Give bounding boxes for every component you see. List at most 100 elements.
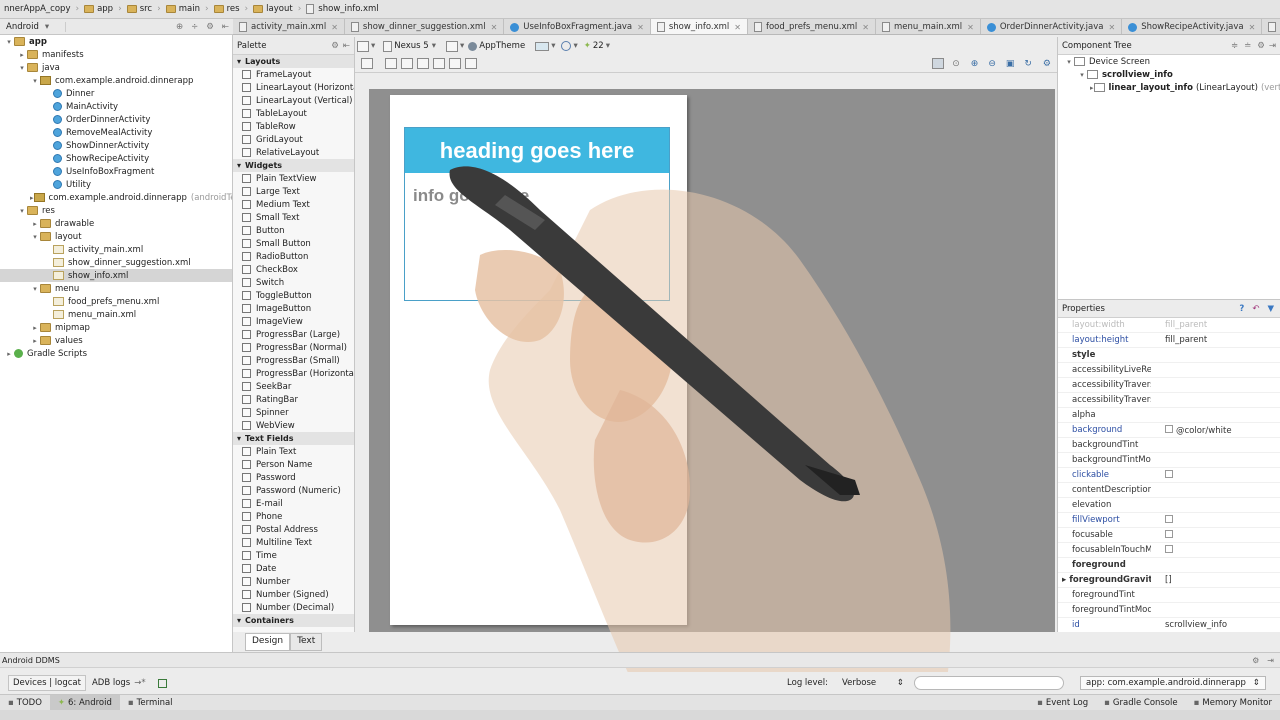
log-search-input[interactable] <box>914 676 1064 690</box>
tab-devices-logcat[interactable]: Devices | logcat <box>8 675 86 691</box>
undo-icon[interactable]: ↶ <box>1252 304 1259 314</box>
help-icon[interactable]: ? <box>1239 304 1244 314</box>
palette-item[interactable]: RelativeLayout <box>233 146 354 159</box>
restore-icon[interactable] <box>157 678 167 688</box>
hide-icon[interactable]: ⇥ <box>1269 41 1276 51</box>
tree-item[interactable]: ▾ menu <box>0 282 232 295</box>
palette-item[interactable]: Switch <box>233 276 354 289</box>
layout-height-icon[interactable] <box>449 58 461 69</box>
palette-item[interactable]: Medium Text <box>233 198 354 211</box>
editor-tab[interactable]: show_dinner_suggestion.xml ✕ <box>345 19 505 34</box>
settings-icon[interactable]: ⚙ <box>1257 41 1265 51</box>
palette-item[interactable]: GridLayout <box>233 133 354 146</box>
layout-horizontal-icon[interactable] <box>385 58 397 69</box>
expand-arrow-icon[interactable]: ▾ <box>1077 71 1087 79</box>
property-row[interactable]: elevation <box>1058 498 1280 513</box>
expand-arrow-icon[interactable]: ▾ <box>17 207 27 215</box>
editor-tab[interactable]: UseInfoBoxFragment.java ✕ <box>504 19 651 34</box>
tree-item[interactable]: ▸ mipmap <box>0 321 232 334</box>
palette-item[interactable]: ToggleButton <box>233 289 354 302</box>
tab-adb-logs[interactable]: ADB logs <box>92 678 130 688</box>
property-row[interactable]: accessibilityLiveRegion <box>1058 363 1280 378</box>
palette-item[interactable]: ProgressBar (Large) <box>233 328 354 341</box>
log-level-select[interactable]: Verbose ⇕ <box>842 678 904 688</box>
editor-tab[interactable]: OrderDinnerActivity.java ✕ <box>981 19 1123 34</box>
breadcrumb-item[interactable]: layout <box>249 0 297 18</box>
tree-item[interactable]: ▾ java <box>0 61 232 74</box>
close-icon[interactable]: ✕ <box>967 23 974 32</box>
palette-category[interactable]: ▾ Containers <box>233 614 354 627</box>
palette-item[interactable]: RadioButton <box>233 250 354 263</box>
filter-icon[interactable]: ▼ <box>1267 304 1274 314</box>
property-row[interactable]: focusableInTouchMode <box>1058 543 1280 558</box>
expand-arrow-icon[interactable]: ▸ <box>30 220 40 228</box>
tree-item[interactable]: ▸ drawable <box>0 217 232 230</box>
layout-grid-icon[interactable] <box>361 58 373 69</box>
property-row[interactable]: focusable <box>1058 528 1280 543</box>
android-view-selector[interactable]: Android ▾ <box>0 21 66 32</box>
refresh-icon[interactable]: ↻ <box>1024 59 1032 69</box>
palette-item[interactable]: FrameLayout <box>233 68 354 81</box>
property-row[interactable]: backgroundTintMode <box>1058 453 1280 468</box>
property-row[interactable]: layout:height fill_parent <box>1058 333 1280 348</box>
palette-toggle-icon[interactable] <box>357 40 369 52</box>
app-selector[interactable]: app: com.example.android.dinnerapp ⇕ <box>1080 676 1266 690</box>
property-row[interactable]: foregroundTint <box>1058 588 1280 603</box>
expand-arrow-icon[interactable]: ▸ <box>30 324 40 332</box>
palette-item[interactable]: Number <box>233 575 354 588</box>
tree-item[interactable]: ▸ values <box>0 334 232 347</box>
property-value-cell[interactable] <box>1151 529 1280 541</box>
collapse-all-icon[interactable]: ≐ <box>1244 41 1251 51</box>
breadcrumb-item[interactable]: res <box>210 0 244 18</box>
breadcrumb-item[interactable]: show_info.xml <box>302 0 382 18</box>
palette-item[interactable]: Multiline Text <box>233 536 354 549</box>
layout-wrap-icon[interactable] <box>465 58 477 69</box>
tree-item[interactable]: ▾ layout <box>0 230 232 243</box>
expand-arrow-icon[interactable]: ▾ <box>4 38 14 46</box>
tree-item[interactable]: ShowDinnerActivity <box>0 139 232 152</box>
theme-selector[interactable]: AppTheme <box>479 41 525 51</box>
property-value-cell[interactable] <box>1151 469 1280 481</box>
api-selector[interactable]: 22 <box>593 41 604 51</box>
tree-item[interactable]: MainActivity <box>0 100 232 113</box>
checkbox[interactable] <box>1165 529 1173 538</box>
breadcrumb-item[interactable]: src <box>123 0 156 18</box>
property-row[interactable]: clickable <box>1058 468 1280 483</box>
close-icon[interactable]: ✕ <box>491 23 498 32</box>
palette-item[interactable]: TableRow <box>233 120 354 133</box>
palette-item[interactable]: LinearLayout (Vertical) <box>233 94 354 107</box>
palette-item[interactable]: ProgressBar (Horizontal) <box>233 367 354 380</box>
expand-arrow-icon[interactable]: ▸ <box>4 350 14 358</box>
checkbox[interactable] <box>1165 514 1173 523</box>
editor-tab[interactable]: menu_main.xml ✕ <box>876 19 981 34</box>
zoom-out-icon[interactable]: ⊖ <box>988 59 996 69</box>
tree-item[interactable]: ▾ com.example.android.dinnerapp <box>0 74 232 87</box>
palette-item[interactable]: Password (Numeric) <box>233 484 354 497</box>
palette-item[interactable]: E-mail <box>233 497 354 510</box>
settings-icon[interactable]: ⚙ <box>206 22 214 32</box>
activity-icon[interactable] <box>535 41 550 51</box>
expand-arrow-icon[interactable]: ▸ <box>17 51 27 59</box>
layout-width-icon[interactable] <box>433 58 445 69</box>
palette-item[interactable]: Plain TextView <box>233 172 354 185</box>
zoom-in-icon[interactable]: ⊕ <box>971 59 979 69</box>
palette-item[interactable]: Number (Decimal) <box>233 601 354 614</box>
palette-item[interactable]: Large Text <box>233 185 354 198</box>
checkbox[interactable] <box>1165 544 1173 553</box>
collapse-icon[interactable]: ÷ <box>191 22 198 32</box>
palette-item[interactable]: Person Name <box>233 458 354 471</box>
hide-icon[interactable]: ⇤ <box>343 41 350 51</box>
checkbox[interactable] <box>1165 469 1173 478</box>
tree-item[interactable]: UseInfoBoxFragment <box>0 165 232 178</box>
tree-item[interactable]: food_prefs_menu.xml <box>0 295 232 308</box>
property-row[interactable]: backgroundTint <box>1058 438 1280 453</box>
breadcrumb-item[interactable]: main <box>162 0 204 18</box>
close-icon[interactable]: ✕ <box>637 23 644 32</box>
close-icon[interactable]: ✕ <box>1249 23 1256 32</box>
pin-icon[interactable]: →* <box>134 678 145 688</box>
palette-item[interactable]: Spinner <box>233 406 354 419</box>
expand-all-icon[interactable]: ≑ <box>1231 41 1238 51</box>
property-row[interactable]: alpha <box>1058 408 1280 423</box>
tree-item[interactable]: ▾ res <box>0 204 232 217</box>
property-row[interactable]: background @color/white <box>1058 423 1280 438</box>
